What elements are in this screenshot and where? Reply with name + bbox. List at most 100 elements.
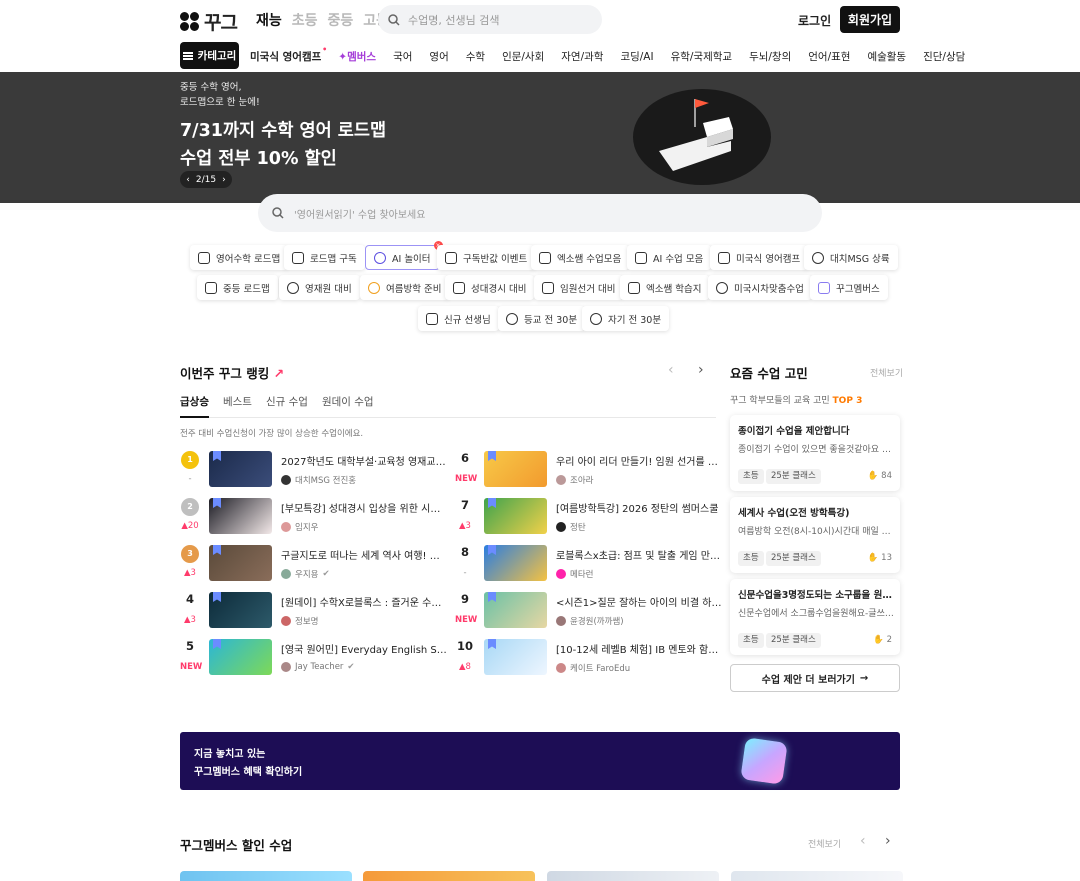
hero-next-icon[interactable]: › (222, 175, 226, 185)
discount-course-card[interactable] (180, 871, 352, 881)
chip-sungdae[interactable]: 성대경시 대비 (445, 275, 535, 300)
arrow-right-icon: → (859, 672, 869, 684)
grade-tab-elementary[interactable]: 초등 (292, 10, 318, 30)
chip-ai-playground[interactable]: AI 놀이터× (365, 241, 443, 270)
request-card[interactable]: 세계사 수업(오전 방학특강) 여름방학 오전(8시-10시)시간대 매일 또는… (730, 497, 900, 573)
grade-tag: 초등 (738, 551, 764, 566)
ranking-row[interactable]: 10 ▲8 [10-12세 레벨B 체험] IB 멘토와 함께 20... 케이… (455, 639, 723, 679)
nav-item-study-abroad[interactable]: 유학/국제학교 (671, 49, 733, 64)
ranking-row[interactable]: 7 ▲3 [여름방학특강] 2026 정탄의 썸머스쿨 정탄 (455, 498, 723, 538)
nav-item-math[interactable]: 수학 (466, 49, 485, 64)
nav-item-diagnosis[interactable]: 진단/상담 (923, 49, 965, 64)
course-title: [영국 원어민] Everyday English Summ... (281, 645, 447, 656)
book-icon (628, 281, 640, 294)
chip-exo-worksheet[interactable]: 엑소쌤 학습지 (620, 275, 710, 300)
chip-label: 신규 선생님 (444, 314, 491, 326)
requests-view-all[interactable]: 전체보기 (870, 366, 903, 379)
ranking-row[interactable]: 9 NEW <시즌1>질문 잘하는 아이의 비결 하브루타... 윤경원(까까쌤… (455, 592, 723, 632)
discount-prev-icon[interactable]: ‹ (860, 833, 866, 849)
author-name: 윤경원(까까쌤) (570, 617, 624, 627)
discount-next-icon[interactable]: › (885, 833, 891, 849)
members-banner[interactable]: 지금 놓치고 있는 꾸그멤버스 혜택 확인하기 (180, 732, 900, 790)
chip-msg[interactable]: 대치MSG 상륙 (804, 245, 898, 270)
nav-item-humanities[interactable]: 인문/사회 (502, 49, 544, 64)
chip-roadmap[interactable]: 영어수학 로드맵 (190, 245, 289, 270)
ranking-row[interactable]: 8 - 로블록스x초급: 점프 및 탈출 게임 만들기 메타런 (455, 545, 723, 585)
chip-english-camp[interactable]: 미국식 영어캠프 (710, 245, 809, 270)
header-search-input[interactable]: 수업명, 선생님 검색 (378, 5, 602, 34)
tab-new[interactable]: 신규 수업 (266, 394, 308, 417)
ranking-row[interactable]: 3 ▲3 구글지도로 떠나는 세계 역사 여행! 세계 곳... 우지용✔ (180, 545, 448, 585)
chip-gifted[interactable]: 영재원 대비 (279, 275, 360, 300)
tab-best[interactable]: 베스트 (223, 394, 252, 417)
rank-delta: ▲3 (184, 568, 196, 578)
more-requests-button[interactable]: 수업 제안 더 보러가기 → (730, 664, 900, 692)
hero-banner[interactable]: 중등 수학 영어, 로드맵으로 한 눈에! 7/31까지 수학 영어 로드맵 수… (0, 72, 1080, 203)
nav-item-language[interactable]: 언어/표현 (808, 49, 850, 64)
nav-item-creativity[interactable]: 두뇌/창의 (749, 49, 791, 64)
nav-item-coding[interactable]: 코딩/AI (620, 49, 653, 64)
more-requests-label: 수업 제안 더 보러가기 (761, 674, 855, 686)
chip-time-zone[interactable]: 미국시차맞춤수업 (708, 275, 812, 300)
chip-new-teacher[interactable]: 신규 선생님 (418, 306, 499, 331)
nav-item-science[interactable]: 자연/과학 (561, 49, 603, 64)
discount-course-card[interactable] (363, 871, 535, 881)
verified-icon: ✔ (322, 569, 330, 579)
menu-icon (182, 51, 193, 60)
request-card[interactable]: 신문수업을3명정도되는 소구룹을 원해요 신문수업에서 소그룹수업을원해요-글쓰… (730, 579, 900, 655)
chip-members[interactable]: 꾸그멤버스 (810, 275, 888, 300)
ranking-row[interactable]: 1 - 2027학년도 대학부설·교육청 영재교육원 ... 대치MSG 전진홍 (180, 451, 448, 491)
rank-number: 4 (185, 592, 194, 606)
chip-roadmap-subscribe[interactable]: 로드맵 구독 (284, 245, 365, 270)
ranking-row[interactable]: 5 NEW [영국 원어민] Everyday English Summ... … (180, 639, 448, 679)
chip-half-price[interactable]: 구독반값 이벤트 (437, 245, 536, 270)
tab-rising[interactable]: 급상승 (180, 394, 209, 418)
chip-before-bed[interactable]: 자기 전 30분 (582, 306, 670, 331)
course-author: 대치MSG 전진홍 (281, 474, 356, 486)
chip-label: 영재원 대비 (305, 283, 352, 295)
hand-icon: ✋ (867, 553, 879, 563)
hero-subtitle: 중등 수학 영어, 로드맵으로 한 눈에! (180, 80, 260, 110)
avatar (556, 616, 566, 626)
megaphone-icon (542, 281, 554, 294)
chip-election[interactable]: 임원선거 대비 (534, 275, 624, 300)
ranking-row[interactable]: 2 ▲20 [부모특강] 성대경시 입상을 위한 시기별 학... 임지우 (180, 498, 448, 538)
chip-ai-classes[interactable]: AI 수업 모음 (627, 245, 712, 270)
grade-tab-talent[interactable]: 재능 (256, 10, 282, 30)
like-count-value: 84 (881, 471, 892, 481)
logo[interactable]: 꾸그 (180, 8, 238, 35)
rank-number: 7 (460, 498, 469, 512)
chip-summer[interactable]: 여름방학 준비 (360, 275, 450, 300)
discount-course-card[interactable] (731, 871, 903, 881)
signup-button[interactable]: 회원가입 (840, 6, 900, 33)
discount-course-card[interactable] (547, 871, 719, 881)
discount-view-all[interactable]: 전체보기 (808, 837, 841, 850)
request-card[interactable]: 종이접기 수업을 제안합니다 종이접기 수업이 있으면 좋을것같아요 난이...… (730, 415, 900, 491)
requests-sub-text: 꾸그 학부모들의 교육 고민 (730, 396, 830, 406)
logo-text: 꾸그 (204, 12, 238, 34)
chip-before-school[interactable]: 등교 전 30분 (498, 306, 586, 331)
nav-item-arts[interactable]: 예술활동 (867, 49, 906, 64)
course-title: [부모특강] 성대경시 입상을 위한 시기별 학... (281, 504, 447, 515)
ranking-prev-icon[interactable]: ‹ (668, 362, 674, 378)
nav-item-english[interactable]: 영어 (429, 49, 448, 64)
nav-item-english-camp[interactable]: 미국식 영어캠프 • (250, 45, 327, 64)
chip-exo-classes[interactable]: 엑소쌤 수업모음 (531, 245, 630, 270)
tab-oneday[interactable]: 원데이 수업 (322, 394, 374, 417)
ranking-next-icon[interactable]: › (698, 362, 704, 378)
chip-middle-roadmap[interactable]: 중등 로드맵 (197, 275, 278, 300)
category-button[interactable]: 카테고리 (180, 42, 239, 69)
hero-prev-icon[interactable]: ‹ (186, 175, 190, 185)
grade-tab-middle[interactable]: 중등 (328, 10, 354, 30)
ranking-row[interactable]: 6 NEW 우리 아이 리더 만들기! 임원 선거를 위한 말... 조아라 (455, 451, 723, 491)
request-desc: 종이접기 수업이 있으면 좋을것같아요 난이... (738, 445, 894, 455)
main-search-input[interactable]: '영어원서읽기' 수업 찾아보세요 (258, 194, 822, 232)
like-count: ✋ 13 (868, 553, 892, 563)
chip-label: 엑소쌤 수업모음 (557, 253, 622, 265)
ranking-row[interactable]: 4 ▲3 [원데이] 수학X로블록스 : 즐거운 수학공부... 정보명 (180, 592, 448, 632)
login-link[interactable]: 로그인 (798, 12, 831, 29)
like-count: ✋ 2 (873, 635, 892, 645)
nav-item-members[interactable]: ✦멤버스 (338, 49, 376, 64)
rank-number: 5 (185, 639, 194, 653)
nav-item-korean[interactable]: 국어 (393, 49, 412, 64)
